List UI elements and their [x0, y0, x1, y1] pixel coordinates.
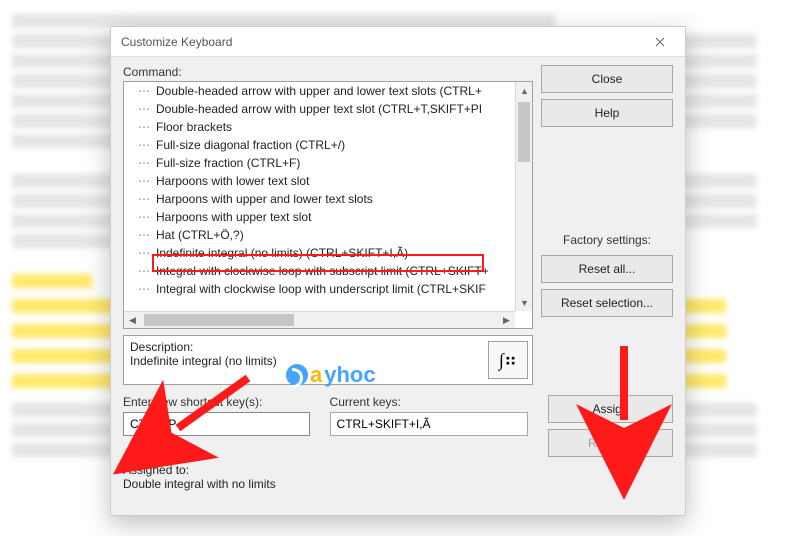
tree-toggle-icon[interactable]: ⋯ — [130, 210, 156, 224]
remove-button: Remove — [548, 429, 673, 457]
list-item[interactable]: ⋯Double-headed arrow with upper text slo… — [124, 100, 515, 118]
current-keys-box: CTRL+SKIFT+I,Ã — [330, 412, 528, 436]
scroll-thumb[interactable] — [518, 102, 530, 162]
customize-keyboard-dialog: Customize Keyboard Command: ⋯Double-head… — [110, 26, 686, 516]
description-label: Description: — [130, 340, 277, 354]
enter-shortcut-label: Enter new shortcut key(s): — [123, 395, 310, 409]
list-item[interactable]: ⋯Full-size diagonal fraction (CTRL+/) — [124, 136, 515, 154]
preview-button[interactable]: ∫⠶ — [488, 341, 528, 379]
tree-toggle-icon[interactable]: ⋯ — [130, 174, 156, 188]
list-item[interactable]: ⋯Harpoons with upper text slot — [124, 208, 515, 226]
scroll-thumb-h[interactable] — [144, 314, 294, 326]
current-keys-label: Current keys: — [330, 395, 528, 409]
tree-toggle-icon[interactable]: ⋯ — [130, 102, 156, 116]
list-item[interactable]: ⋯Floor brackets — [124, 118, 515, 136]
tree-toggle-icon[interactable]: ⋯ — [130, 228, 156, 242]
scrollbar-horizontal[interactable]: ◀ ▶ — [124, 311, 515, 328]
list-item-label: Harpoons with upper text slot — [156, 210, 311, 224]
scrollbar-vertical[interactable]: ▲ ▼ — [515, 82, 532, 311]
reset-selection-button[interactable]: Reset selection... — [541, 289, 673, 317]
help-button[interactable]: Help — [541, 99, 673, 127]
factory-settings-label: Factory settings: — [541, 233, 673, 247]
assigned-to-value: Double integral with no limits — [123, 477, 276, 491]
list-item[interactable]: ⋯Harpoons with lower text slot — [124, 172, 515, 190]
description-box: Description: Indefinite integral (no lim… — [123, 335, 533, 385]
enter-shortcut-input[interactable]: CTRL+P — [123, 412, 310, 436]
tree-toggle-icon[interactable]: ⋯ — [130, 192, 156, 206]
close-icon[interactable] — [641, 30, 679, 54]
integral-icon: ∫⠶ — [499, 350, 517, 371]
list-item[interactable]: ⋯Hat (CTRL+Ö,?) — [124, 226, 515, 244]
assign-button[interactable]: Assign — [548, 395, 673, 423]
list-item-label: Integral with clockwise loop with subscr… — [156, 264, 489, 278]
tree-toggle-icon[interactable]: ⋯ — [130, 138, 156, 152]
tree-toggle-icon[interactable]: ⋯ — [130, 156, 156, 170]
scroll-right-icon[interactable]: ▶ — [498, 312, 515, 329]
assigned-to-label: Assigned to: — [123, 463, 189, 477]
command-list[interactable]: ⋯Double-headed arrow with upper and lowe… — [123, 81, 533, 329]
tree-toggle-icon[interactable]: ⋯ — [130, 264, 156, 278]
list-item-label: Full-size diagonal fraction (CTRL+/) — [156, 138, 345, 152]
command-label: Command: — [123, 65, 533, 79]
list-item[interactable]: ⋯Harpoons with upper and lower text slot… — [124, 190, 515, 208]
list-item[interactable]: ⋯Full-size fraction (CTRL+F) — [124, 154, 515, 172]
description-value: Indefinite integral (no limits) — [130, 354, 277, 368]
tree-toggle-icon[interactable]: ⋯ — [130, 246, 156, 260]
list-item[interactable]: ⋯Double-headed arrow with upper and lowe… — [124, 82, 515, 100]
list-item[interactable]: ⋯Integral with clockwise loop with under… — [124, 280, 515, 298]
list-item[interactable]: ⋯Integral with clockwise loop with subsc… — [124, 262, 515, 280]
list-item-label: Harpoons with upper and lower text slots — [156, 192, 373, 206]
list-item-label: Harpoons with lower text slot — [156, 174, 309, 188]
close-button[interactable]: Close — [541, 65, 673, 93]
list-item[interactable]: ⋯Indefinite integral (no limits) (CTRL+S… — [124, 244, 515, 262]
list-item-label: Double-headed arrow with upper and lower… — [156, 84, 482, 98]
list-item-label: Double-headed arrow with upper text slot… — [156, 102, 482, 116]
dialog-title: Customize Keyboard — [121, 35, 641, 49]
list-item-label: Full-size fraction (CTRL+F) — [156, 156, 300, 170]
scroll-left-icon[interactable]: ◀ — [124, 312, 141, 329]
list-item-label: Floor brackets — [156, 120, 232, 134]
list-item-label: Integral with clockwise loop with unders… — [156, 282, 486, 296]
scroll-down-icon[interactable]: ▼ — [516, 294, 533, 311]
scroll-up-icon[interactable]: ▲ — [516, 82, 533, 99]
list-item-label: Hat (CTRL+Ö,?) — [156, 228, 244, 242]
tree-toggle-icon[interactable]: ⋯ — [130, 120, 156, 134]
titlebar[interactable]: Customize Keyboard — [111, 27, 685, 57]
tree-toggle-icon[interactable]: ⋯ — [130, 282, 156, 296]
list-item-label: Indefinite integral (no limits) (CTRL+SK… — [156, 246, 408, 260]
tree-toggle-icon[interactable]: ⋯ — [130, 84, 156, 98]
reset-all-button[interactable]: Reset all... — [541, 255, 673, 283]
